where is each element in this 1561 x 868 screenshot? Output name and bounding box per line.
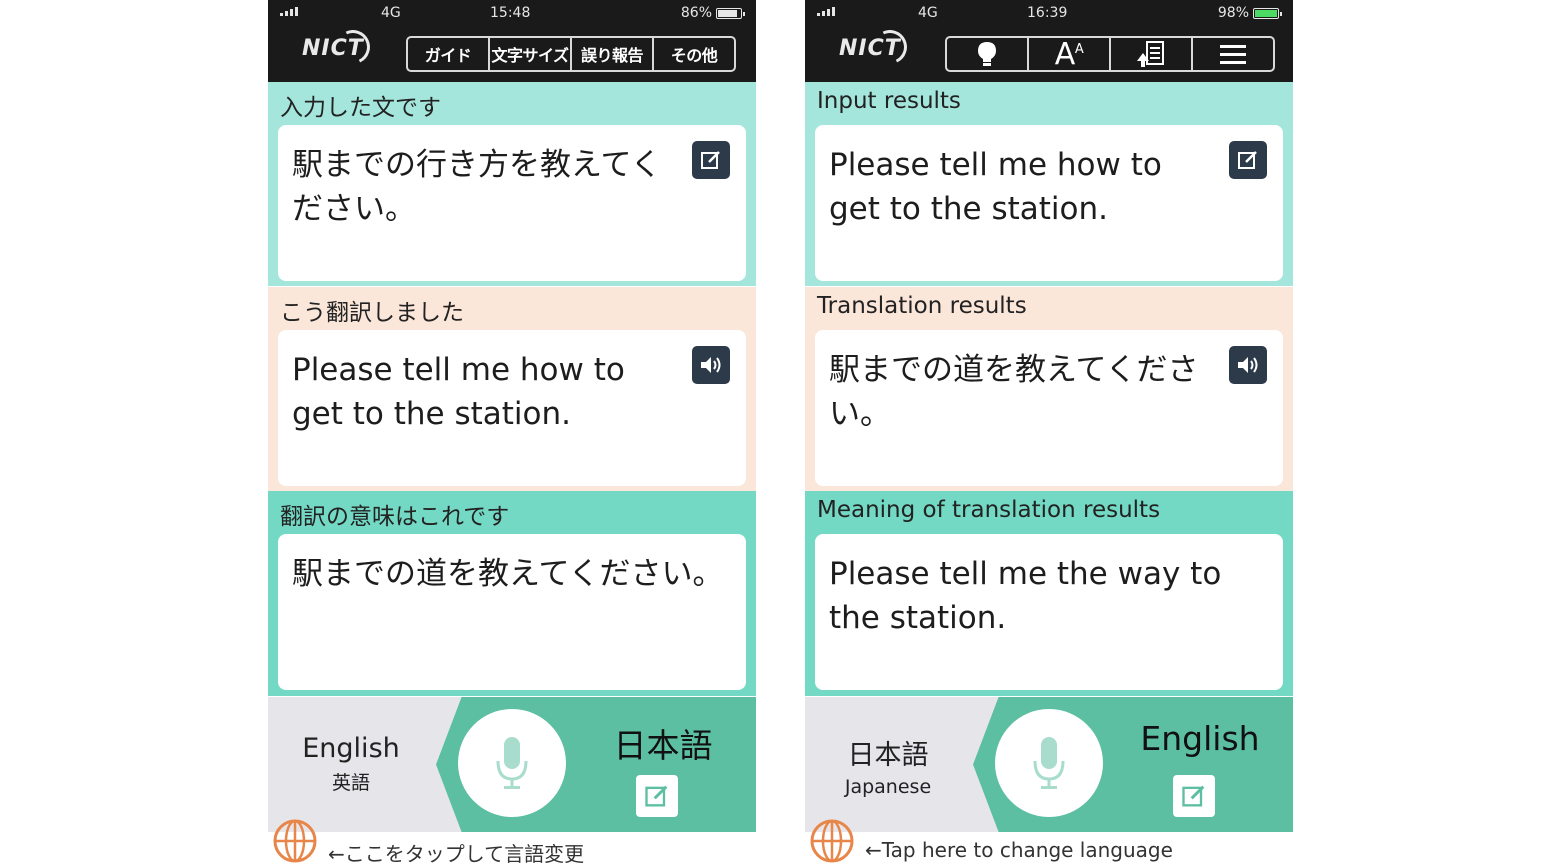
- translation-text: Please tell me how to get to the station…: [292, 352, 625, 432]
- phone-japanese-ui: 4G 15:48 86% NICT ガイド 文字サイズ 誤り報告 その他 入力し…: [268, 0, 756, 868]
- microphone-icon: [496, 737, 528, 789]
- tab-error-report[interactable]: [1111, 38, 1193, 70]
- translation-text: 駅までの道を教えてください。: [829, 352, 1199, 432]
- status-bar: 4G 15:48 86%: [268, 0, 756, 26]
- tab-menu[interactable]: [1193, 38, 1273, 70]
- edit-icon: [1238, 151, 1257, 169]
- mic-button[interactable]: [458, 709, 566, 817]
- status-bar: 4G 16:39 98%: [805, 0, 1293, 26]
- clock: 15:48: [490, 5, 531, 21]
- text-input-button[interactable]: [636, 775, 678, 817]
- battery-status: 98%: [1217, 5, 1282, 21]
- meaning-label: 翻訳の意味はこれです: [280, 504, 510, 530]
- change-language-hint: ←ここをタップして言語変更: [328, 842, 585, 866]
- signal-icon: [280, 7, 298, 16]
- target-language-name: English: [1140, 719, 1260, 758]
- speak-button[interactable]: [692, 346, 730, 384]
- input-label: 入力した文です: [280, 95, 441, 121]
- translation-card: 駅までの道を教えてください。: [815, 330, 1283, 486]
- report-icon: [1137, 41, 1164, 67]
- speaker-icon: [1238, 357, 1258, 373]
- edit-icon: [1182, 785, 1205, 807]
- phone-english-ui: 4G 16:39 98% NICT AA Input results Pleas: [805, 0, 1293, 868]
- input-section: 入力した文です 駅までの行き方を教えてください。: [268, 82, 756, 286]
- network-type: 4G: [381, 5, 401, 21]
- clock: 16:39: [1027, 5, 1068, 21]
- source-language-name: English: [302, 733, 400, 764]
- nict-logo: NICT: [302, 25, 375, 69]
- change-language-hint: ←Tap here to change language: [865, 838, 1173, 862]
- source-language-sub: 英語: [331, 772, 370, 794]
- language-bar: English 英語 日本語: [268, 697, 756, 832]
- input-text: 駅までの行き方を教えてください。: [292, 147, 662, 227]
- lightbulb-icon: [978, 42, 996, 66]
- battery-percent: 98%: [1217, 5, 1249, 21]
- translation-label: Translation results: [817, 293, 1027, 319]
- signal-icon: [817, 7, 835, 16]
- footer: ←Tap here to change language: [805, 819, 1293, 868]
- translation-section: こう翻訳しました Please tell me how to get to th…: [268, 287, 756, 491]
- nav-bar: NICT ガイド 文字サイズ 誤り報告 その他: [268, 25, 756, 82]
- tab-guide[interactable]: ガイド: [408, 38, 490, 70]
- speaker-icon: [701, 357, 721, 373]
- source-language-name: 日本語: [847, 740, 929, 771]
- toolbar-tabs: AA: [945, 36, 1275, 72]
- speak-button[interactable]: [1229, 346, 1267, 384]
- source-language-sub: Japanese: [844, 776, 932, 798]
- meaning-section: Meaning of translation results Please te…: [805, 491, 1293, 696]
- globe-icon[interactable]: [809, 818, 855, 864]
- target-language[interactable]: English: [1115, 719, 1285, 758]
- nav-bar: NICT AA: [805, 25, 1293, 82]
- input-card: 駅までの行き方を教えてください。: [278, 125, 746, 281]
- text-input-button[interactable]: [1173, 775, 1215, 817]
- edit-input-button[interactable]: [692, 141, 730, 179]
- meaning-section: 翻訳の意味はこれです 駅までの道を教えてください。: [268, 491, 756, 696]
- mic-button[interactable]: [995, 709, 1103, 817]
- input-card: Please tell me how to get to the station…: [815, 125, 1283, 281]
- meaning-card: 駅までの道を教えてください。: [278, 534, 746, 690]
- meaning-card: Please tell me the way to the station.: [815, 534, 1283, 690]
- edit-icon: [701, 151, 720, 169]
- tab-font-size[interactable]: AA: [1029, 38, 1111, 70]
- font-size-icon: AA: [1054, 38, 1084, 70]
- battery-icon: [716, 7, 745, 19]
- input-text: Please tell me how to get to the station…: [829, 147, 1162, 227]
- edit-input-button[interactable]: [1229, 141, 1267, 179]
- meaning-label: Meaning of translation results: [817, 497, 1161, 523]
- target-language-name: 日本語: [613, 726, 713, 765]
- tab-guide[interactable]: [947, 38, 1029, 70]
- tab-other[interactable]: その他: [654, 38, 734, 70]
- meaning-text: Please tell me the way to the station.: [829, 556, 1222, 636]
- battery-status: 86%: [680, 5, 745, 21]
- translation-section: Translation results 駅までの道を教えてください。: [805, 287, 1293, 491]
- footer: ←ここをタップして言語変更: [268, 819, 756, 868]
- tab-error-report[interactable]: 誤り報告: [572, 38, 654, 70]
- globe-icon[interactable]: [272, 818, 318, 864]
- microphone-icon: [1033, 737, 1065, 789]
- translation-label: こう翻訳しました: [280, 300, 464, 326]
- nict-logo: NICT: [839, 25, 912, 69]
- network-type: 4G: [918, 5, 938, 21]
- translation-card: Please tell me how to get to the station…: [278, 330, 746, 486]
- target-language[interactable]: 日本語: [578, 719, 748, 767]
- language-bar: 日本語 Japanese English: [805, 697, 1293, 832]
- battery-percent: 86%: [680, 5, 712, 21]
- meaning-text: 駅までの道を教えてください。: [292, 556, 724, 592]
- edit-icon: [645, 785, 668, 807]
- source-language[interactable]: English 英語: [286, 733, 416, 795]
- tab-font-size[interactable]: 文字サイズ: [490, 38, 572, 70]
- source-language[interactable]: 日本語 Japanese: [823, 733, 953, 798]
- input-label: Input results: [817, 88, 961, 114]
- input-section: Input results Please tell me how to get …: [805, 82, 1293, 286]
- battery-icon: [1253, 7, 1282, 19]
- toolbar-tabs: ガイド 文字サイズ 誤り報告 その他: [406, 36, 736, 72]
- menu-icon: [1220, 45, 1246, 64]
